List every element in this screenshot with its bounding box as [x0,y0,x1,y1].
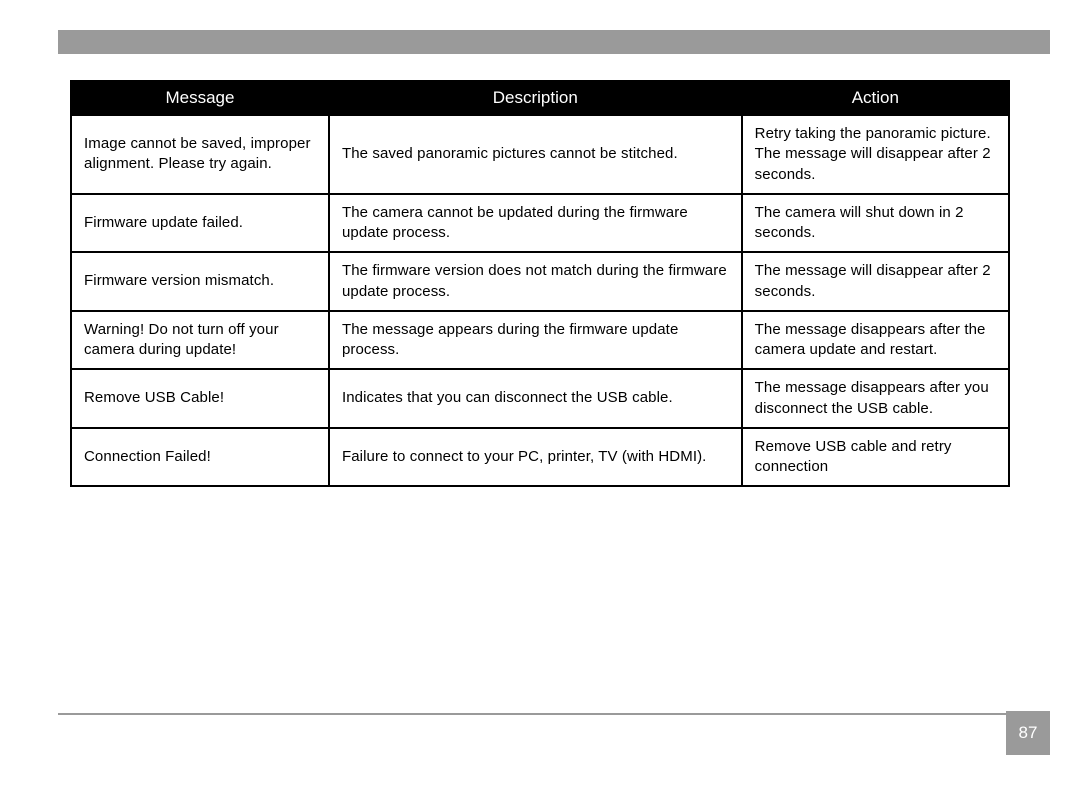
table-row: Firmware update failed. The camera canno… [71,194,1009,253]
cell-description: The firmware version does not match duri… [329,252,742,311]
cell-description: The saved panoramic pictures cannot be s… [329,115,742,194]
cell-message: Connection Failed! [71,428,329,487]
cell-message: Remove USB Cable! [71,369,329,428]
cell-action: The message disappears after the camera … [742,311,1009,370]
cell-message: Firmware update failed. [71,194,329,253]
footer-rule [58,713,1050,715]
cell-action: The camera will shut down in 2 seconds. [742,194,1009,253]
cell-action: The message disappears after you disconn… [742,369,1009,428]
cell-message: Warning! Do not turn off your camera dur… [71,311,329,370]
cell-action: Remove USB cable and retry connection [742,428,1009,487]
cell-action: Retry taking the panoramic picture. The … [742,115,1009,194]
header-bar [58,30,1050,54]
page-number-badge: 87 [1006,711,1050,755]
content-area: Message Description Action Image cannot … [70,80,1010,487]
cell-description: Failure to connect to your PC, printer, … [329,428,742,487]
messages-table: Message Description Action Image cannot … [70,80,1010,487]
table-row: Warning! Do not turn off your camera dur… [71,311,1009,370]
table-row: Image cannot be saved, improper alignmen… [71,115,1009,194]
header-description: Description [329,81,742,115]
table-row: Connection Failed! Failure to connect to… [71,428,1009,487]
table-row: Firmware version mismatch. The firmware … [71,252,1009,311]
cell-message: Firmware version mismatch. [71,252,329,311]
cell-description: The camera cannot be updated during the … [329,194,742,253]
header-action: Action [742,81,1009,115]
cell-description: Indicates that you can disconnect the US… [329,369,742,428]
table-header-row: Message Description Action [71,81,1009,115]
table-row: Remove USB Cable! Indicates that you can… [71,369,1009,428]
document-page: Message Description Action Image cannot … [0,0,1080,785]
cell-message: Image cannot be saved, improper alignmen… [71,115,329,194]
header-message: Message [71,81,329,115]
cell-action: The message will disappear after 2 secon… [742,252,1009,311]
cell-description: The message appears during the firmware … [329,311,742,370]
